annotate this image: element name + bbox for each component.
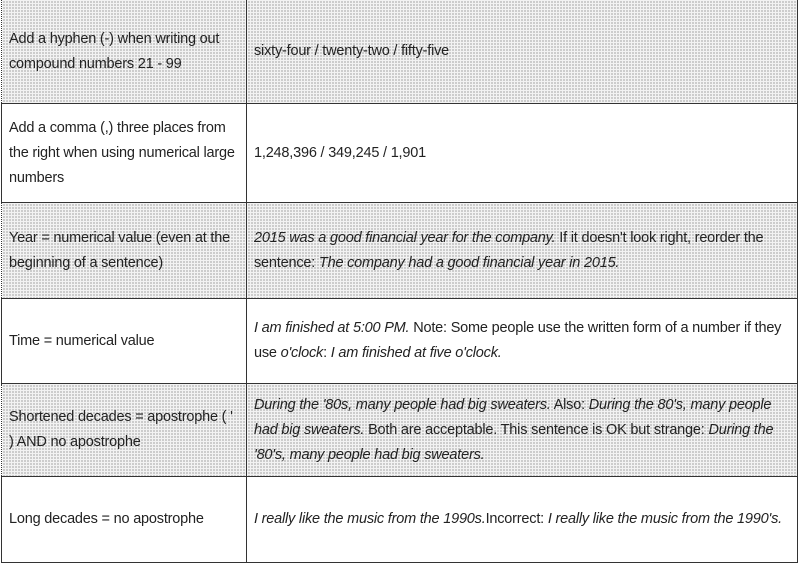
- rule-cell: Time = numerical value: [1, 298, 247, 384]
- example-cell: I really like the music from the 1990s.I…: [246, 476, 798, 563]
- rule-cell: Add a comma (,) three places from the ri…: [1, 103, 247, 203]
- example-cell: 2015 was a good financial year for the c…: [246, 202, 798, 299]
- example-cell: I am finished at 5:00 PM. Note: Some peo…: [246, 298, 798, 384]
- table-row: Year = numerical value (even at the begi…: [1, 202, 798, 299]
- example-italic-text: I really like the music from the 1990's.: [547, 511, 782, 527]
- example-italic-text: During the '80s, many people had big swe…: [254, 396, 551, 413]
- example-text: Both are acceptable. This sentence is OK…: [364, 421, 709, 438]
- example-italic-text: I am finished at 5:00 PM.: [254, 320, 410, 336]
- table-row: Shortened decades = apostrophe ( ' ) AND…: [1, 383, 798, 477]
- example-text: :: [323, 345, 331, 361]
- example-italic-text: I am finished at five o'clock.: [330, 345, 502, 361]
- table-row: Add a hyphen (-) when writing out compou…: [1, 0, 798, 104]
- example-cell: During the '80s, many people had big swe…: [246, 383, 798, 477]
- table-row: Time = numerical value I am finished at 5…: [1, 298, 798, 384]
- example-cell: 1,248,396 / 349,245 / 1,901: [246, 103, 798, 203]
- example-text: Incorrect:: [485, 511, 548, 527]
- rule-cell: Year = numerical value (even at the begi…: [1, 202, 247, 299]
- rule-cell: Long decades = no apostrophe: [1, 476, 247, 563]
- number-rules-table: Add a hyphen (-) when writing out compou…: [1, 0, 798, 563]
- example-italic-text: The company had a good financial year in…: [318, 254, 620, 271]
- table-row: Long decades = no apostrophe I really lik…: [1, 476, 798, 563]
- example-text: sixty-four / twenty-two / fifty-five: [254, 43, 450, 59]
- example-text: 1,248,396 / 349,245 / 1,901: [254, 144, 426, 161]
- example-cell: sixty-four / twenty-two / fifty-five: [246, 0, 798, 104]
- example-italic-text: o'clock: [280, 345, 324, 361]
- example-italic-text: I really like the music from the 1990s.: [254, 511, 486, 527]
- table-row: Add a comma (,) three places from the ri…: [1, 103, 798, 203]
- example-italic-text: 2015 was a good financial year for the c…: [254, 229, 556, 246]
- rule-cell: Add a hyphen (-) when writing out compou…: [1, 0, 247, 104]
- rule-cell: Shortened decades = apostrophe ( ' ) AND…: [1, 383, 247, 477]
- example-text: Also:: [550, 396, 589, 413]
